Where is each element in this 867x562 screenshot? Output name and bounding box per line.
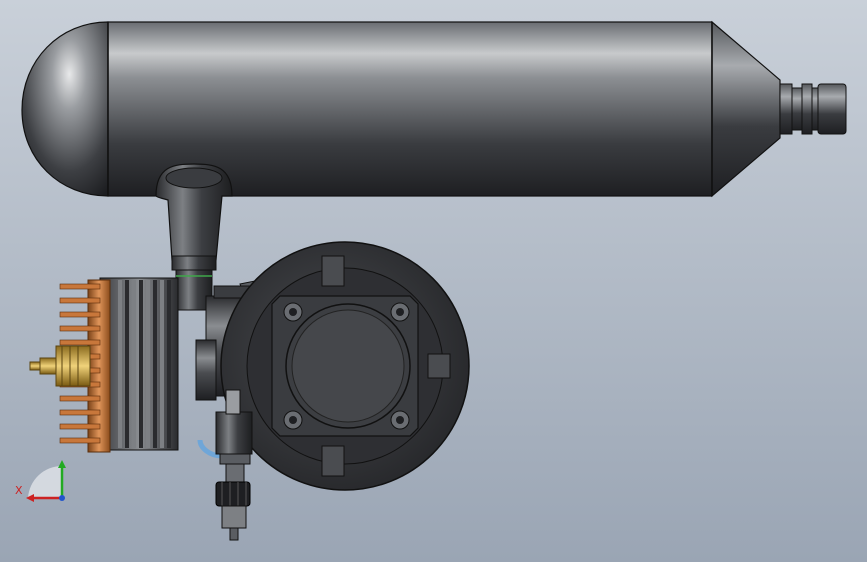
head-fin [59,311,101,318]
barrel-fin [146,280,150,448]
head-fin [59,437,101,444]
barrel-fin [125,280,129,448]
barrel-fin [153,280,157,448]
backplate-cover[interactable] [220,241,470,491]
head-fin [59,339,101,346]
head-fin [59,395,101,402]
cylinder-barrel[interactable] [99,277,179,451]
model-scene[interactable]: X [0,0,867,562]
head-fin [59,325,101,332]
barrel-fin [139,280,143,448]
head-fin [59,297,101,304]
head-fin [59,409,101,416]
barrel-fin [118,280,122,448]
graphics-viewport[interactable]: X [0,0,867,562]
barrel-fin [160,280,164,448]
barrel-fin [167,280,171,448]
head-fin [59,283,101,290]
barrel-fin [132,280,136,448]
muffler-tank[interactable] [21,20,847,198]
triad-x-label: X [15,484,23,497]
triad-z-axis [59,495,65,501]
head-fin [59,423,101,430]
